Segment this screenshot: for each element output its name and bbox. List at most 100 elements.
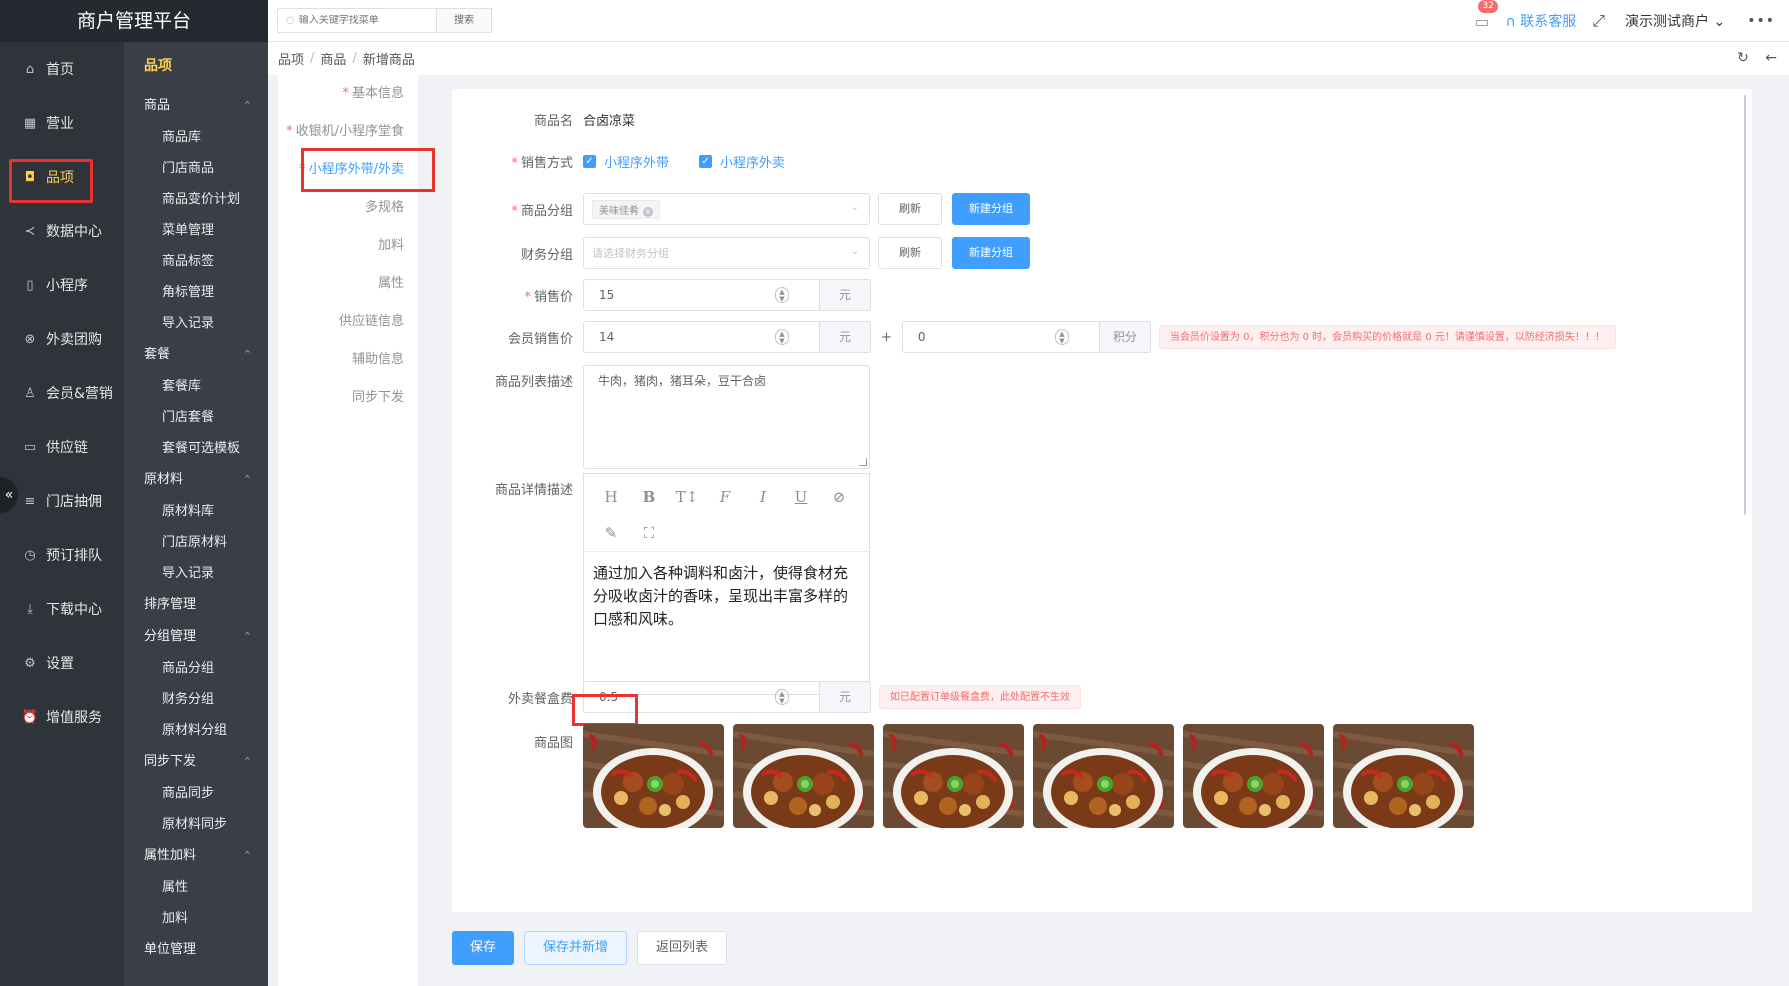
back-arrow-icon[interactable]: ← xyxy=(1765,50,1777,66)
nav-subitem[interactable]: 商品同步 xyxy=(124,778,268,809)
sale-mode-delivery-checkbox[interactable]: ✓ 小程序外卖 xyxy=(699,152,785,171)
form-step[interactable]: * 基本信息 xyxy=(278,75,418,113)
nav-item[interactable]: ▯ 小程序 xyxy=(0,258,124,312)
nav-subitem[interactable]: 原材料分组 xyxy=(124,715,268,746)
nav-item[interactable]: ≡ 门店抽佣 xyxy=(0,474,124,528)
stepper-icon[interactable]: ▲ ▼ xyxy=(775,689,789,705)
italic-icon[interactable]: I xyxy=(744,480,782,514)
more-menu-icon[interactable]: ••• xyxy=(1747,13,1775,29)
product-image-thumbnail[interactable] xyxy=(1033,724,1174,828)
nav-subitem[interactable]: 套餐可选模板 xyxy=(124,433,268,464)
nav-item[interactable]: ♙ 会员&营销 xyxy=(0,366,124,420)
contact-support-link[interactable]: ∩ 联系客服 xyxy=(1506,11,1577,31)
nav-subitem[interactable]: 商品库 xyxy=(124,122,268,153)
nav-group[interactable]: 属性加料 ⌃ xyxy=(124,840,268,872)
nav-subitem[interactable]: 门店商品 xyxy=(124,153,268,184)
nav-subitem[interactable]: 角标管理 xyxy=(124,277,268,308)
menu-search-input[interactable] xyxy=(298,15,419,26)
fullscreen-editor-icon[interactable]: ⛶ xyxy=(630,516,668,550)
nav-group[interactable]: 原材料 ⌃ xyxy=(124,464,268,496)
product-image-thumbnail[interactable] xyxy=(1333,724,1474,828)
refresh-icon[interactable]: ↻ xyxy=(1737,50,1749,66)
form-step[interactable]: 同步下发 xyxy=(278,379,418,417)
points-input[interactable]: 0 ▲ ▼ xyxy=(901,321,1099,353)
resize-handle-icon[interactable] xyxy=(859,458,867,466)
nav-subitem[interactable]: 商品标签 xyxy=(124,246,268,277)
nav-subitem[interactable]: 商品分组 xyxy=(124,653,268,684)
nav-group[interactable]: 单位管理 xyxy=(124,934,268,966)
form-step[interactable]: * 收银机/小程序堂食 xyxy=(278,113,418,151)
save-button[interactable]: 保存 xyxy=(452,931,515,965)
nav-item[interactable]: ⤓ 下载中心 xyxy=(0,582,124,636)
back-to-list-button[interactable]: 返回列表 xyxy=(637,931,728,965)
nav-subitem[interactable]: 导入记录 xyxy=(124,558,268,589)
price-input[interactable]: 15 ▲ ▼ xyxy=(583,279,819,311)
save-and-new-button[interactable]: 保存并新增 xyxy=(524,931,628,965)
bold-icon[interactable]: B xyxy=(630,480,668,514)
nav-group[interactable]: 商品 ⌃ xyxy=(124,90,268,122)
nav-item[interactable]: ◘ 品项 xyxy=(0,150,124,204)
nav-subitem[interactable]: 套餐库 xyxy=(124,371,268,402)
form-scrollbar[interactable] xyxy=(1744,95,1746,515)
refresh-category-button[interactable]: 刷新 xyxy=(878,193,942,225)
nav-subitem[interactable]: 门店套餐 xyxy=(124,402,268,433)
brush-icon[interactable]: ✎ xyxy=(592,516,630,550)
product-image-thumbnail[interactable] xyxy=(583,724,724,828)
nav-group[interactable]: 分组管理 ⌃ xyxy=(124,621,268,653)
nav-subitem[interactable]: 属性 xyxy=(124,872,268,903)
category-select[interactable]: 美味佳肴 × ⌄ xyxy=(583,193,870,225)
breadcrumb-item[interactable]: 品项 xyxy=(278,49,304,68)
nav-item[interactable]: ▦ 营业 xyxy=(0,96,124,150)
nav-group[interactable]: 套餐 ⌃ xyxy=(124,339,268,371)
editor-content[interactable]: 通过加入各种调料和卤汁，使得食材充分吸收卤汁的香味，呈现出丰富多样的口感和风味。 xyxy=(584,552,869,641)
nav-subitem[interactable]: 菜单管理 xyxy=(124,215,268,246)
stepper-icon[interactable]: ▲ ▼ xyxy=(775,287,789,303)
nav-subitem[interactable]: 财务分组 xyxy=(124,684,268,715)
form-step[interactable]: 多规格 xyxy=(278,189,418,227)
fullscreen-icon[interactable]: ⤢ xyxy=(1592,11,1605,31)
nav-group[interactable]: 同步下发 ⌃ xyxy=(124,746,268,778)
product-image-thumbnail[interactable] xyxy=(733,724,874,828)
strikethrough-icon[interactable]: ⊘ xyxy=(820,480,858,514)
nav-item[interactable]: ⚙ 设置 xyxy=(0,636,124,690)
nav-item[interactable]: ⊗ 外卖团购 xyxy=(0,312,124,366)
stepper-icon[interactable]: ▲ ▼ xyxy=(1054,329,1069,345)
close-icon[interactable]: × xyxy=(643,206,653,217)
member-price-input[interactable]: 14 ▲ ▼ xyxy=(583,321,819,353)
form-step[interactable]: 加料 xyxy=(278,227,418,265)
box-fee-input[interactable]: 0.5 ▲ ▼ xyxy=(583,681,819,713)
nav-item[interactable]: ⌂ 首页 xyxy=(0,42,124,96)
product-image-thumbnail[interactable] xyxy=(1183,724,1324,828)
nav-item[interactable]: ⏰ 增值服务 xyxy=(0,690,124,744)
nav-subitem[interactable]: 加料 xyxy=(124,903,268,934)
breadcrumb-item[interactable]: 商品 xyxy=(320,49,346,68)
nav-subitem[interactable]: 商品变价计划 xyxy=(124,184,268,215)
nav-subitem[interactable]: 原材料同步 xyxy=(124,809,268,840)
search-button[interactable]: 搜索 xyxy=(436,8,492,33)
message-icon[interactable]: ▭ 32 xyxy=(1474,0,1498,31)
nav-item[interactable]: ≺ 数据中心 xyxy=(0,204,124,258)
underline-icon[interactable]: U xyxy=(782,480,820,514)
nav-subitem[interactable]: 导入记录 xyxy=(124,308,268,339)
form-step[interactable]: 供应链信息 xyxy=(278,303,418,341)
nav-subitem[interactable]: 原材料库 xyxy=(124,496,268,527)
merchant-dropdown[interactable]: 演示测试商户 ⌄ xyxy=(1625,11,1725,31)
font-size-icon[interactable]: T↕ xyxy=(668,480,706,514)
form-step[interactable]: 辅助信息 xyxy=(278,341,418,379)
nav-item[interactable]: ◷ 预订排队 xyxy=(0,528,124,582)
product-image-thumbnail[interactable] xyxy=(883,724,1024,828)
new-category-button[interactable]: 新建分组 xyxy=(952,193,1030,225)
list-desc-textarea[interactable]: 牛肉，猪肉，猪耳朵，豆干合卤 xyxy=(583,365,870,469)
form-step[interactable]: * 小程序外带/外卖 xyxy=(278,151,418,189)
font-family-icon[interactable]: F xyxy=(706,480,744,514)
heading-icon[interactable]: H xyxy=(592,480,630,514)
sale-mode-takeaway-checkbox[interactable]: ✓ 小程序外带 xyxy=(583,152,669,171)
nav-item[interactable]: ▭ 供应链 xyxy=(0,420,124,474)
new-finance-group-button[interactable]: 新建分组 xyxy=(952,237,1030,269)
finance-select[interactable]: 请选择财务分组 ⌄ xyxy=(583,237,870,269)
nav-subitem[interactable]: 门店原材料 xyxy=(124,527,268,558)
form-step[interactable]: 属性 xyxy=(278,265,418,303)
stepper-icon[interactable]: ▲ ▼ xyxy=(775,329,789,345)
nav-group[interactable]: 排序管理 xyxy=(124,589,268,621)
refresh-finance-button[interactable]: 刷新 xyxy=(878,237,942,269)
